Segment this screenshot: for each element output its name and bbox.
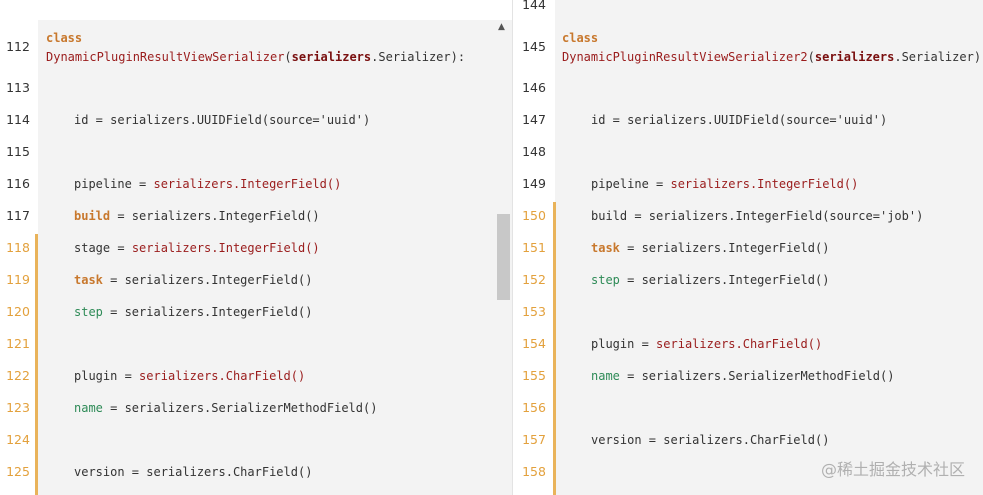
line-number: 146 [522, 80, 546, 95]
base-rest: .Serializer): [894, 50, 983, 64]
field-name: pipeline [591, 177, 649, 191]
equals: = [131, 177, 154, 191]
line-number: 148 [522, 144, 546, 159]
code-line-149: pipeline = serializers.IntegerField() [591, 168, 858, 200]
field-name: step [74, 305, 103, 319]
line-number: 158 [522, 464, 546, 479]
line-number: 118 [6, 240, 30, 255]
line-number: 116 [6, 176, 30, 191]
paren: ( [284, 50, 292, 64]
code-line-112b: DynamicPluginResultViewSerializer(serial… [46, 47, 465, 67]
code-line-122: plugin = serializers.CharField() [74, 360, 305, 392]
code-line-125: version = serializers.CharField() [74, 465, 313, 479]
code-line-114: id = serializers.UUIDField(source='uuid'… [74, 113, 371, 127]
code-line-147: id = serializers.UUIDField(source='uuid'… [591, 113, 888, 127]
field-value: serializers.CharField() [139, 369, 306, 383]
field-value: serializers.IntegerField() [153, 177, 342, 191]
equals: = [117, 369, 140, 383]
line-number: 125 [6, 464, 30, 479]
code-line-118: stage = serializers.IntegerField() [74, 232, 320, 264]
class-name: DynamicPluginResultViewSerializer2 [562, 50, 808, 64]
line-number: 113 [6, 80, 30, 95]
class-name: DynamicPluginResultViewSerializer [46, 50, 285, 64]
line-number: 153 [522, 304, 546, 319]
field-name: build [74, 209, 111, 223]
code-line-157: version = serializers.CharField() [591, 433, 830, 447]
code-line-116: pipeline = serializers.IntegerField() [74, 168, 341, 200]
scrollbar-thumb[interactable] [497, 214, 510, 300]
field-name: name [74, 401, 103, 415]
field-name: pipeline [74, 177, 132, 191]
equals: = [648, 177, 671, 191]
line-number: 115 [6, 144, 30, 159]
change-marker [553, 202, 556, 495]
line-number: 156 [522, 400, 546, 415]
code-line-112a: class [46, 28, 82, 48]
line-number: 114 [6, 112, 30, 127]
field-name: task [591, 241, 620, 255]
field-value: = serializers.IntegerField() [619, 273, 830, 287]
line-number: 124 [6, 432, 30, 447]
code-line-120: step = serializers.IntegerField() [74, 296, 312, 328]
field-name: plugin [591, 337, 635, 351]
code-line-123: name = serializers.SerializerMethodField… [74, 392, 377, 424]
field-value: = serializers.IntegerField() [102, 273, 313, 287]
line-number: 122 [6, 368, 30, 383]
line-number: 154 [522, 336, 546, 351]
line-number: 123 [6, 400, 30, 415]
base-module: serializers [291, 50, 372, 64]
line-number: 149 [522, 176, 546, 191]
line-number: 119 [6, 272, 30, 287]
field-value: = serializers.IntegerField() [102, 305, 313, 319]
code-line-145a: class [562, 28, 598, 48]
code-line-154: plugin = serializers.CharField() [591, 328, 822, 360]
line-number: 112 [6, 39, 30, 54]
base-rest: .Serializer): [371, 50, 466, 64]
field-value: = serializers.IntegerField() [110, 209, 320, 223]
line-number: 120 [6, 304, 30, 319]
code-line-150: build = serializers.IntegerField(source=… [591, 209, 924, 223]
line-number: 121 [6, 336, 30, 351]
code-line-151: task = serializers.IntegerField() [591, 232, 829, 264]
base-module: serializers [814, 50, 895, 64]
equals: = [634, 337, 657, 351]
right-diff-pane: 144 145 146 147 148 149 150 151 152 153 … [513, 0, 983, 495]
field-value: serializers.IntegerField() [131, 241, 320, 255]
line-number: 155 [522, 368, 546, 383]
keyword: class [562, 31, 599, 45]
keyword: class [46, 31, 83, 45]
field-name: name [591, 369, 620, 383]
change-marker [35, 234, 38, 495]
field-name: plugin [74, 369, 118, 383]
line-number: 117 [6, 208, 30, 223]
line-number: 145 [522, 39, 546, 54]
code-line-117: build = serializers.IntegerField() [74, 200, 320, 232]
scroll-up-arrow-icon[interactable]: ▲ [498, 22, 505, 32]
field-name: task [74, 273, 103, 287]
line-number: 147 [522, 112, 546, 127]
field-value: = serializers.SerializerMethodField() [102, 401, 378, 415]
line-number: 144 [522, 0, 546, 12]
field-name: step [591, 273, 620, 287]
field-value: = serializers.IntegerField() [619, 241, 830, 255]
code-line-155: name = serializers.SerializerMethodField… [591, 360, 894, 392]
code-line-152: step = serializers.IntegerField() [591, 264, 829, 296]
line-number: 152 [522, 272, 546, 287]
code-line-119: task = serializers.IntegerField() [74, 264, 312, 296]
field-value: serializers.CharField() [656, 337, 823, 351]
left-diff-pane: 112 113 114 115 116 117 118 119 120 121 … [0, 0, 512, 495]
field-value: serializers.IntegerField() [670, 177, 859, 191]
watermark-text: @稀土掘金技术社区 [820, 460, 965, 479]
field-value: = serializers.SerializerMethodField() [619, 369, 895, 383]
paren: ( [807, 50, 815, 64]
line-number: 150 [522, 208, 546, 223]
equals: = [110, 241, 132, 255]
line-number: 151 [522, 240, 546, 255]
code-line-145b: DynamicPluginResultViewSerializer2(seria… [562, 47, 983, 67]
field-name: stage [74, 241, 111, 255]
line-number: 157 [522, 432, 546, 447]
